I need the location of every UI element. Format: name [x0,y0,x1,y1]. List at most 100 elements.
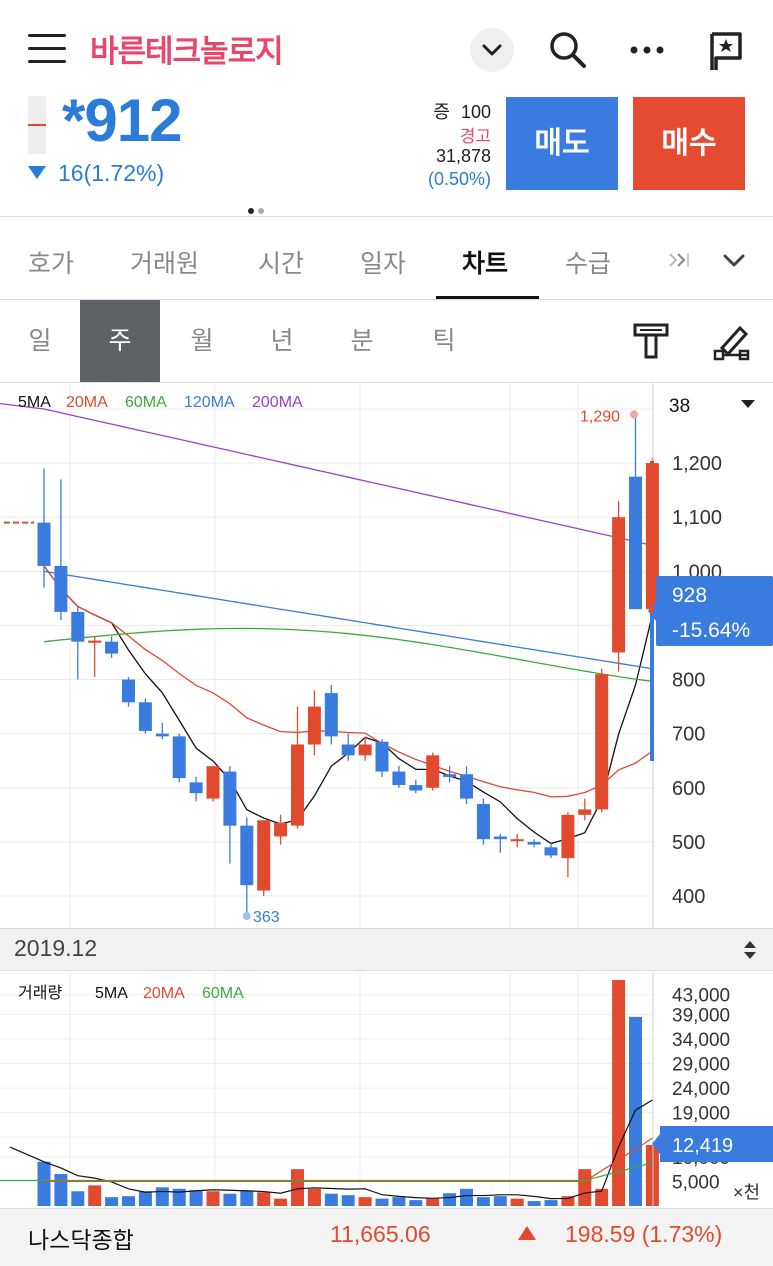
tab-broker[interactable]: 거래원 [130,244,199,280]
vol-ma20-line [44,1137,653,1183]
candle-body [291,744,304,826]
volume-bar [409,1200,423,1206]
volume-chart[interactable]: 5,00010,00014,00019,00024,00029,00034,00… [0,972,773,1208]
period-minute[interactable]: 분 [322,300,402,382]
volume-bar [324,1193,338,1206]
candle-body [612,517,626,653]
low-marker [242,912,251,921]
vol-legend-20ma: 20MA [143,985,185,1002]
volume-bar [257,1192,271,1206]
divider [0,216,773,217]
period-week[interactable]: 주 [80,300,160,382]
candle-body [274,822,288,837]
volume-bar [291,1169,304,1206]
volume-bar [358,1197,372,1206]
y-tick-label: 600 [672,778,705,800]
indicator-settings-icon[interactable] [632,322,670,364]
volume-unit: ×천 [733,1182,760,1202]
vol-legend-60ma: 60MA [202,985,244,1002]
more-icon[interactable] [626,28,670,72]
candle-body [629,476,642,610]
volume-bar [375,1198,389,1206]
volume-bar [54,1174,68,1206]
price-change-value: 16(1.72%) [58,160,165,186]
tab-chart[interactable]: 차트 [462,244,508,280]
volume-bar [392,1197,406,1206]
margin-label: 증 [433,102,450,122]
volume-bar [493,1196,507,1206]
current-change-label: -15.64% [672,619,750,642]
volume-bar [105,1197,119,1206]
candle-body [172,736,186,779]
price-chart[interactable]: 4005006007008009001,0001,1001,2001,300 5… [0,383,773,928]
volume-bar [240,1190,254,1206]
volume-bar [645,1144,659,1206]
scroll-arrows-icon[interactable] [742,938,758,966]
vol-ma60-line [0,1162,653,1182]
tab-time[interactable]: 시간 [258,244,304,280]
volume-bar [122,1196,135,1206]
candle-count: 38 [669,396,690,417]
tabs-expand-icon[interactable] [720,246,748,278]
candle-body [324,693,338,737]
y-tick-label: 500 [672,832,705,854]
index-ticker[interactable]: 나스닥종합 11,665.06 198.59 (1.73%) [0,1208,773,1266]
y-tick-label: 1,200 [672,453,722,475]
bookmark-flag-icon[interactable] [704,28,748,72]
candle-body [476,804,490,840]
down-triangle-icon [28,166,46,179]
candle-body [138,702,152,731]
chevron-down-icon [482,44,502,56]
drawing-tool-icon[interactable] [712,322,752,366]
sell-button[interactable]: 매도 [506,97,618,190]
low-price-label: 363 [253,909,280,926]
volume-bar [189,1190,203,1206]
current-price: *912 [62,87,182,154]
header: 바른테크놀로지 [0,0,773,95]
buy-button[interactable]: 매수 [633,97,745,190]
candle-body [426,755,440,788]
tab-daily[interactable]: 일자 [360,244,406,280]
stock-name[interactable]: 바른테크놀로지 [90,26,284,71]
menu-icon[interactable] [28,34,66,64]
candle-count-selector[interactable]: 38 [657,387,769,421]
date-bar[interactable] [0,928,773,971]
tab-supply[interactable]: 수급 [565,244,611,280]
candle-body [460,774,473,799]
period-year[interactable]: 년 [242,300,322,382]
legend-20ma: 20MA [66,394,108,411]
edge-up-bar [650,461,654,613]
candle-body [493,836,507,840]
ma200-line [0,402,653,546]
volume-bar [443,1193,457,1206]
y-tick-label: 34,000 [672,1030,730,1051]
ma20-line [43,565,653,798]
candle-body [544,847,558,856]
volume-ratio: (0.50%) [427,169,491,189]
volume-bar [138,1191,152,1206]
y-tick-label: 43,000 [672,986,730,1007]
y-tick-label: 800 [672,670,705,692]
candle-body [443,774,457,777]
volume-bar [71,1191,85,1206]
legend-60ma: 60MA [125,394,167,411]
candle-body [54,565,68,612]
candle-body [375,741,389,772]
period-tick[interactable]: 틱 [404,300,484,382]
candle-body [71,611,85,642]
candle-body [307,706,321,745]
candle-body [240,825,254,886]
candle-body [189,782,203,794]
stock-dropdown-button[interactable] [470,28,514,72]
y-tick-label: 700 [672,724,705,746]
period-day[interactable]: 일 [0,300,80,382]
tab-hoga[interactable]: 호가 [28,244,74,280]
volume-legend: 거래량 5MA 20MA 60MA [18,984,244,1002]
date-label: 2019.12 [14,935,98,961]
vol-legend-5ma: 5MA [95,985,128,1002]
y-tick-label: 29,000 [672,1055,730,1076]
search-icon[interactable] [546,28,590,72]
more-tabs-icon[interactable] [668,250,694,274]
period-month[interactable]: 월 [162,300,242,382]
index-change: 198.59 (1.73%) [565,1221,723,1247]
